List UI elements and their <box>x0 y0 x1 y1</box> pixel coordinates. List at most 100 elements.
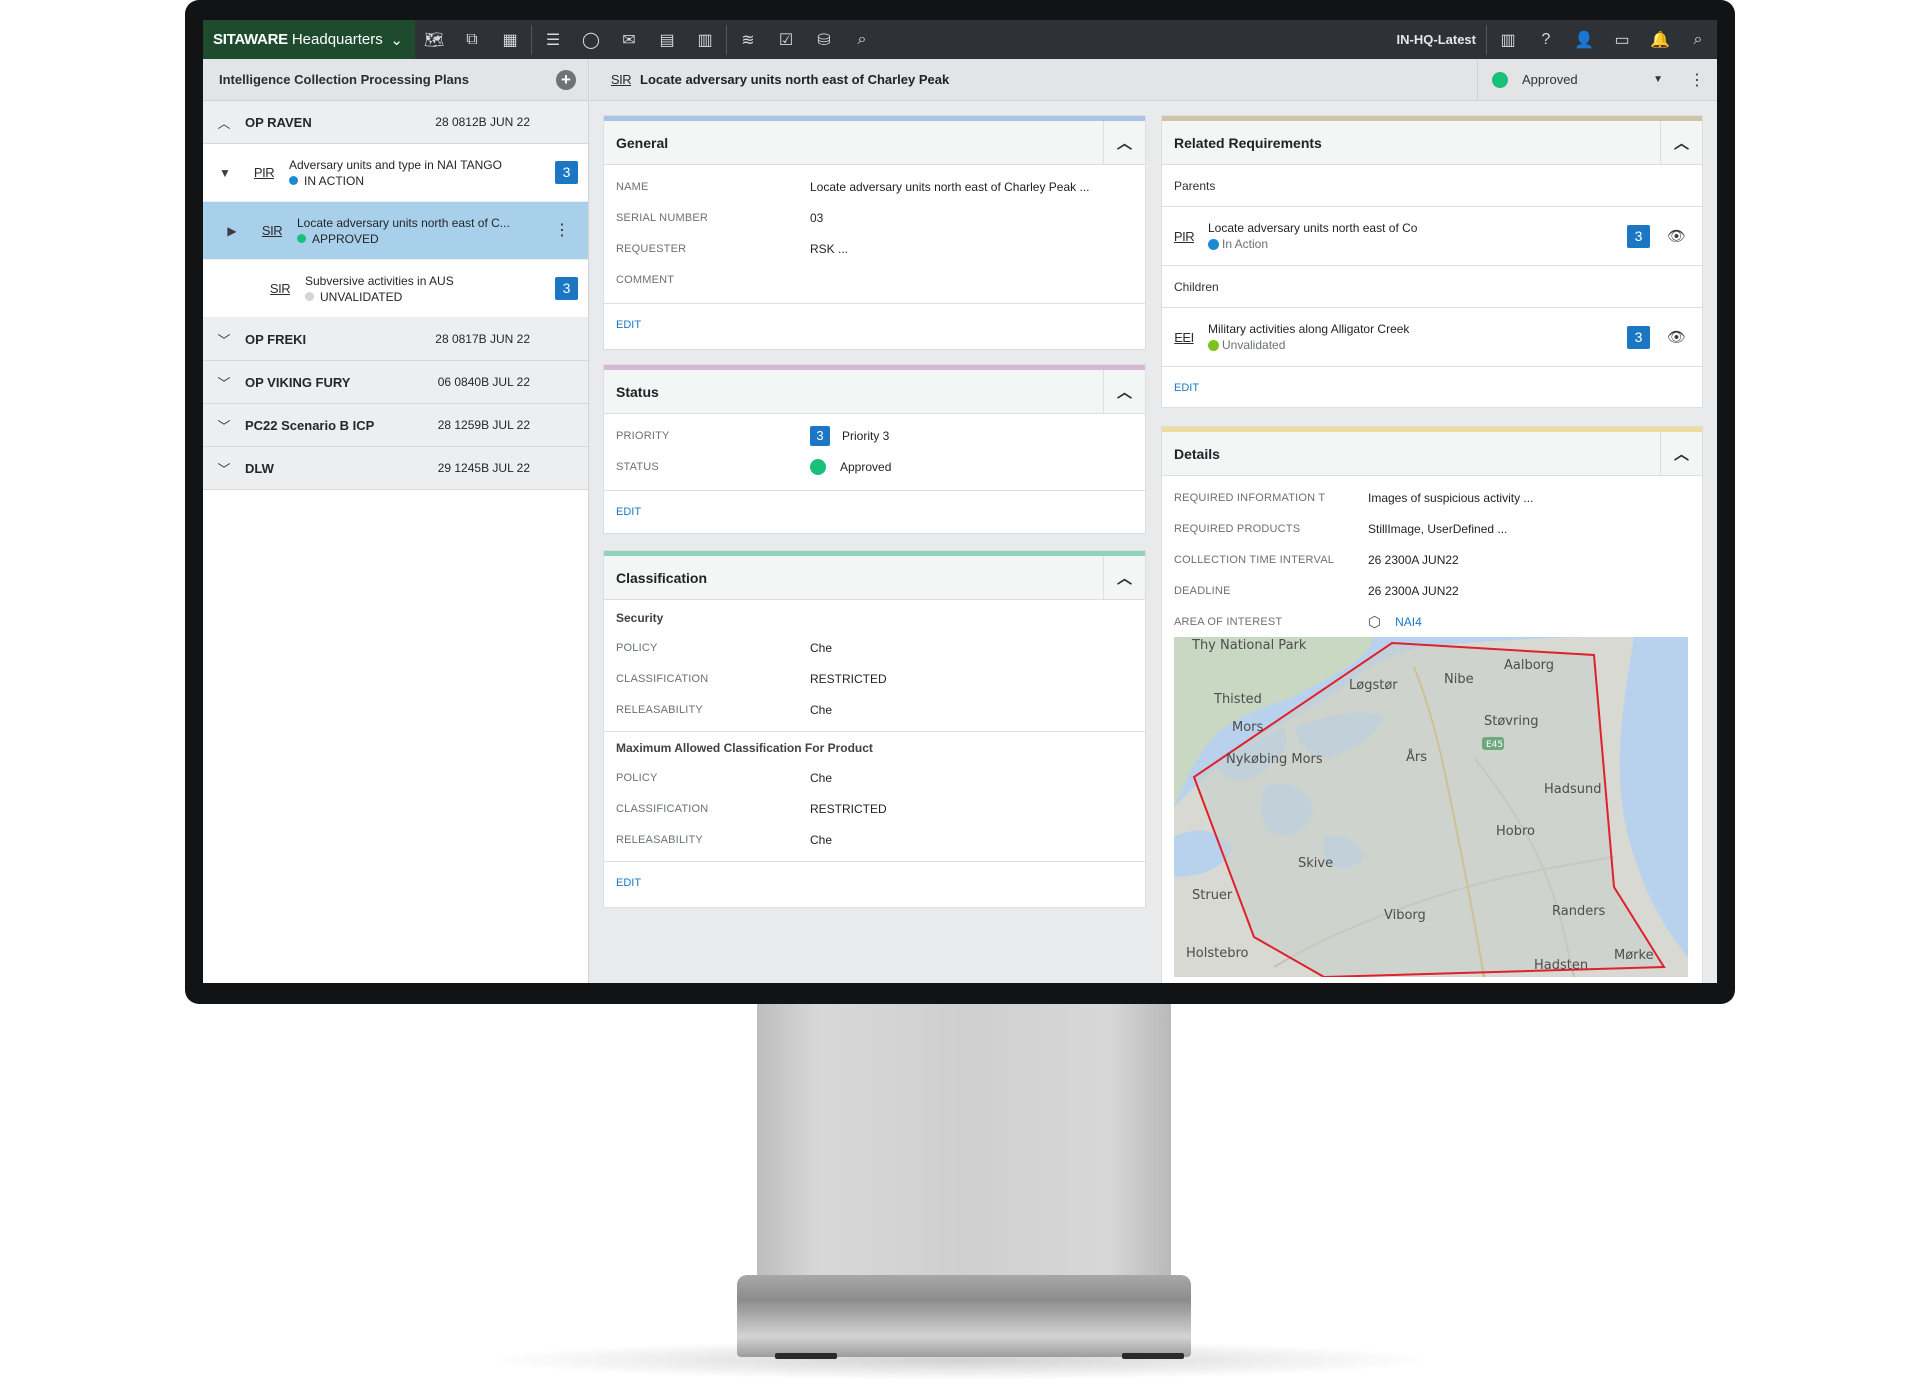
chevron-down-icon[interactable]: ﹀ <box>203 373 245 392</box>
field-value: Che <box>810 832 833 847</box>
field-label: AREA OF INTEREST <box>1174 615 1283 628</box>
status-card: Status ︿ PRIORITY 3 Priority 3 STATUS Ap… <box>603 364 1146 534</box>
field-row: COMMENT <box>604 264 1145 295</box>
help-icon[interactable]: ? <box>1527 20 1565 59</box>
search-icon[interactable]: ⌕ <box>1679 20 1717 59</box>
caret-down-icon[interactable]: ▼ <box>203 166 247 180</box>
eye-icon[interactable]: 👁 <box>1667 227 1686 245</box>
chevron-up-icon[interactable]: ︿ <box>1103 369 1145 414</box>
field-value: RESTRICTED <box>810 671 887 686</box>
map-label: Års <box>1406 749 1427 765</box>
card-header: Details ︿ <box>1162 431 1702 476</box>
field-label: REQUIRED INFORMATION T <box>1174 491 1326 504</box>
tree-item-sir-selected[interactable]: ▶ SIR Locate adversary units north east … <box>203 202 588 260</box>
tree-item-title: Locate adversary units north east of C..… <box>297 215 510 230</box>
map-label: Mørke <box>1614 948 1654 963</box>
child-requirement[interactable]: EEI Military activities along Alligator … <box>1162 308 1702 367</box>
app-screen: SITAWARE Headquarters ⌄ 🗺 ⧉ ▦ ☰ ◯ ✉ ▤ ▥ … <box>203 20 1717 983</box>
op-row-pc22[interactable]: ﹀ PC22 Scenario B ICP 28 1259B JUL 22 <box>203 404 588 447</box>
status-dot-icon <box>1208 339 1219 351</box>
app-switcher[interactable]: SITAWARE Headquarters ⌄ <box>203 20 415 59</box>
chevron-up-icon[interactable]: ︿ <box>203 113 245 132</box>
mail-icon[interactable]: ✉ <box>610 20 648 59</box>
tree-item-sir[interactable]: SIR Subversive activities in AUS UNVALID… <box>203 260 588 318</box>
plans-sidebar: Intelligence Collection Processing Plans… <box>203 59 589 983</box>
edit-label: EDIT <box>616 318 642 331</box>
more-options-icon[interactable]: ⋮ <box>1677 70 1717 90</box>
field-label: STATUS <box>616 460 659 473</box>
map-label: Hadsten <box>1534 958 1588 973</box>
card-title: Classification <box>616 569 708 586</box>
checklist-icon[interactable]: ☑ <box>767 20 805 59</box>
field-row: DEADLINE 26 2300A JUN22 <box>1162 575 1702 606</box>
field-row: RELEASABILITY Che <box>604 824 1145 855</box>
edit-related-link[interactable]: EDIT <box>1162 367 1702 409</box>
op-date: 29 1245B JUL 22 <box>437 461 530 475</box>
presentation-icon[interactable]: ▭ <box>1603 20 1641 59</box>
more-options-icon[interactable]: ⋮ <box>554 222 570 238</box>
tree-item-text: Adversary units and type in NAI TANGO IN… <box>289 157 502 189</box>
chevron-up-icon[interactable]: ︿ <box>1660 120 1702 165</box>
chevron-up-icon[interactable]: ︿ <box>1660 431 1702 476</box>
priority-badge: 3 <box>1627 224 1650 248</box>
chevron-up-icon[interactable]: ︿ <box>1103 555 1145 600</box>
requirement-title: Military activities along Alligator Cree… <box>1208 322 1410 336</box>
chevron-up-icon[interactable]: ︿ <box>1103 120 1145 165</box>
status-value: Approved <box>840 459 892 474</box>
max-classification-subheading: Maximum Allowed Classification For Produ… <box>616 741 873 755</box>
edit-status-link[interactable]: EDIT <box>604 490 1145 532</box>
op-row-viking-fury[interactable]: ﹀ OP VIKING FURY 06 0840B JUL 22 <box>203 361 588 404</box>
op-row-dlw[interactable]: ﹀ DLW 29 1245B JUL 22 <box>203 447 588 490</box>
card-header: Status ︿ <box>604 369 1145 414</box>
aoi-link[interactable]: NAI4 <box>1395 615 1422 629</box>
parents-label: Parents <box>1162 165 1702 207</box>
monitor-foot <box>1122 1353 1184 1359</box>
layers-icon[interactable]: ≋ <box>729 20 767 59</box>
status-text: IN ACTION <box>304 173 365 188</box>
list-icon[interactable]: ☰ <box>534 20 572 59</box>
database-icon[interactable]: ⛁ <box>805 20 843 59</box>
status-dropdown[interactable]: Approved ▼ <box>1477 58 1677 101</box>
chat-icon[interactable]: ◯ <box>572 20 610 59</box>
search-icon[interactable]: ⌕ <box>843 20 881 59</box>
priority-value: Priority 3 <box>842 428 890 443</box>
op-name: OP RAVEN <box>245 114 312 130</box>
status-dot-icon <box>810 458 826 475</box>
parent-requirement[interactable]: PIR Locate adversary units north east of… <box>1162 207 1702 266</box>
field-row: STATUS Approved <box>604 451 1145 482</box>
tree-item-pir[interactable]: ▼ PIR Adversary units and type in NAI TA… <box>203 144 588 202</box>
field-label: CLASSIFICATION <box>616 802 709 815</box>
field-value: Che <box>810 702 833 717</box>
op-row-raven[interactable]: ︿ OP RAVEN 28 0812B JUN 22 <box>203 101 588 144</box>
priority-badge: 3 <box>810 425 830 446</box>
document-icon[interactable]: ▤ <box>648 20 686 59</box>
tree-item-status: IN ACTION <box>289 173 502 189</box>
op-name: PC22 Scenario B ICP <box>245 417 375 433</box>
field-label: REQUESTER <box>616 242 687 255</box>
chevron-down-icon[interactable]: ﹀ <box>203 459 245 478</box>
chevron-down-icon[interactable]: ﹀ <box>203 330 245 349</box>
caret-right-icon[interactable]: ▶ <box>217 224 247 238</box>
add-plan-button[interactable]: + <box>556 69 576 90</box>
field-label: POLICY <box>616 771 658 784</box>
security-subheading: Security <box>616 611 664 625</box>
user-icon[interactable]: 👤 <box>1565 20 1603 59</box>
edit-classification-link[interactable]: EDIT <box>604 861 1145 903</box>
map-label: Hadsund <box>1544 782 1602 797</box>
eye-icon[interactable]: 👁 <box>1667 328 1686 346</box>
grid-icon[interactable]: ▦ <box>491 20 529 59</box>
status-dot-icon <box>1208 238 1219 250</box>
op-row-freki[interactable]: ﹀ OP FREKI 28 0817B JUN 22 <box>203 318 588 361</box>
edit-general-link[interactable]: EDIT <box>604 303 1145 345</box>
field-label: RELEASABILITY <box>616 833 703 846</box>
area-of-interest-map[interactable]: Thy National Park Thisted Løgstør Nibe A… <box>1174 637 1688 977</box>
book-icon[interactable]: ▥ <box>686 20 724 59</box>
org-chart-icon[interactable]: ⧉ <box>453 20 491 59</box>
field-label: REQUIRED PRODUCTS <box>1174 522 1301 535</box>
map-icon[interactable]: 🗺 <box>415 20 453 59</box>
chevron-down-icon[interactable]: ﹀ <box>203 416 245 435</box>
tree-item-title: Subversive activities in AUS <box>305 273 454 288</box>
divider <box>604 731 1145 732</box>
panel-icon[interactable]: ▥ <box>1489 20 1527 59</box>
bell-icon[interactable]: 🔔 <box>1641 20 1679 59</box>
